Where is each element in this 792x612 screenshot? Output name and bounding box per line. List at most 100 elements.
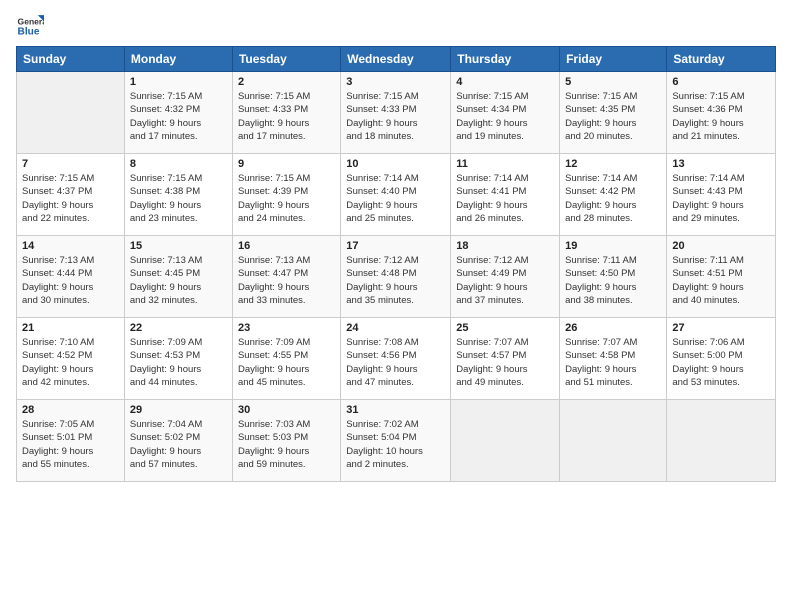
- day-info: Sunrise: 7:15 AMSunset: 4:37 PMDaylight:…: [22, 172, 119, 225]
- day-info: Sunrise: 7:15 AMSunset: 4:33 PMDaylight:…: [238, 90, 335, 143]
- calendar-week-4: 21 Sunrise: 7:10 AMSunset: 4:52 PMDayligh…: [17, 318, 776, 400]
- calendar-cell: 16 Sunrise: 7:13 AMSunset: 4:47 PMDayligh…: [232, 236, 340, 318]
- day-info: Sunrise: 7:13 AMSunset: 4:47 PMDaylight:…: [238, 254, 335, 307]
- day-number: 31: [346, 404, 445, 416]
- logo: General Blue: [16, 12, 44, 40]
- day-info: Sunrise: 7:14 AMSunset: 4:42 PMDaylight:…: [565, 172, 661, 225]
- calendar-cell: [17, 72, 125, 154]
- day-info: Sunrise: 7:15 AMSunset: 4:34 PMDaylight:…: [456, 90, 554, 143]
- calendar-cell: 26Sunrise: 7:07 AMSunset: 4:58 PMDayligh…: [560, 318, 667, 400]
- day-info: Sunrise: 7:12 AMSunset: 4:48 PMDaylight:…: [346, 254, 445, 307]
- day-info: Sunrise: 7:04 AMSunset: 5:02 PMDaylight:…: [130, 418, 227, 471]
- day-number: 15: [130, 240, 227, 252]
- day-info: Sunrise: 7:14 AMSunset: 4:40 PMDaylight:…: [346, 172, 445, 225]
- calendar-cell: 11 Sunrise: 7:14 AMSunset: 4:41 PMDayligh…: [451, 154, 560, 236]
- calendar-week-5: 28 Sunrise: 7:05 AMSunset: 5:01 PMDayligh…: [17, 400, 776, 482]
- weekday-header-monday: Monday: [124, 47, 232, 72]
- calendar-cell: 6 Sunrise: 7:15 AMSunset: 4:36 PMDaylight…: [667, 72, 776, 154]
- day-number: 13: [672, 158, 770, 170]
- day-number: 10: [346, 158, 445, 170]
- day-info: Sunrise: 7:09 AMSunset: 4:55 PMDaylight:…: [238, 336, 335, 389]
- calendar-cell: 19 Sunrise: 7:11 AMSunset: 4:50 PMDayligh…: [560, 236, 667, 318]
- calendar-cell: 4 Sunrise: 7:15 AMSunset: 4:34 PMDaylight…: [451, 72, 560, 154]
- day-number: 14: [22, 240, 119, 252]
- day-number: 3: [346, 76, 445, 88]
- day-number: 2: [238, 76, 335, 88]
- day-info: Sunrise: 7:15 AMSunset: 4:33 PMDaylight:…: [346, 90, 445, 143]
- calendar-cell: 31 Sunrise: 7:02 AMSunset: 5:04 PMDayligh…: [341, 400, 451, 482]
- day-number: 4: [456, 76, 554, 88]
- weekday-header-row: SundayMondayTuesdayWednesdayThursdayFrid…: [17, 47, 776, 72]
- calendar-body: 1 Sunrise: 7:15 AMSunset: 4:32 PMDaylight…: [17, 72, 776, 482]
- day-number: 5: [565, 76, 661, 88]
- calendar-cell: 18Sunrise: 7:12 AMSunset: 4:49 PMDayligh…: [451, 236, 560, 318]
- calendar-cell: 23 Sunrise: 7:09 AMSunset: 4:55 PMDayligh…: [232, 318, 340, 400]
- header: General Blue: [16, 12, 776, 40]
- calendar-cell: 10 Sunrise: 7:14 AMSunset: 4:40 PMDayligh…: [341, 154, 451, 236]
- day-number: 11: [456, 158, 554, 170]
- day-number: 1: [130, 76, 227, 88]
- page-container: General Blue SundayMondayTuesdayWednesda…: [0, 0, 792, 490]
- calendar-cell: 30 Sunrise: 7:03 AMSunset: 5:03 PMDayligh…: [232, 400, 340, 482]
- day-info: Sunrise: 7:11 AMSunset: 4:50 PMDaylight:…: [565, 254, 661, 307]
- calendar-cell: 1 Sunrise: 7:15 AMSunset: 4:32 PMDaylight…: [124, 72, 232, 154]
- day-number: 16: [238, 240, 335, 252]
- day-info: Sunrise: 7:14 AMSunset: 4:41 PMDaylight:…: [456, 172, 554, 225]
- calendar-cell: 28 Sunrise: 7:05 AMSunset: 5:01 PMDayligh…: [17, 400, 125, 482]
- calendar-week-2: 7Sunrise: 7:15 AMSunset: 4:37 PMDaylight…: [17, 154, 776, 236]
- day-info: Sunrise: 7:15 AMSunset: 4:36 PMDaylight:…: [672, 90, 770, 143]
- calendar-cell: 12 Sunrise: 7:14 AMSunset: 4:42 PMDayligh…: [560, 154, 667, 236]
- day-number: 30: [238, 404, 335, 416]
- day-info: Sunrise: 7:15 AMSunset: 4:35 PMDaylight:…: [565, 90, 661, 143]
- day-info: Sunrise: 7:07 AMSunset: 4:57 PMDaylight:…: [456, 336, 554, 389]
- calendar-cell: [667, 400, 776, 482]
- day-info: Sunrise: 7:06 AMSunset: 5:00 PMDaylight:…: [672, 336, 770, 389]
- weekday-header-friday: Friday: [560, 47, 667, 72]
- day-info: Sunrise: 7:10 AMSunset: 4:52 PMDaylight:…: [22, 336, 119, 389]
- calendar-cell: 14Sunrise: 7:13 AMSunset: 4:44 PMDayligh…: [17, 236, 125, 318]
- calendar-cell: 25 Sunrise: 7:07 AMSunset: 4:57 PMDayligh…: [451, 318, 560, 400]
- day-info: Sunrise: 7:14 AMSunset: 4:43 PMDaylight:…: [672, 172, 770, 225]
- calendar-cell: 13 Sunrise: 7:14 AMSunset: 4:43 PMDayligh…: [667, 154, 776, 236]
- svg-text:Blue: Blue: [18, 27, 40, 38]
- day-number: 29: [130, 404, 227, 416]
- day-info: Sunrise: 7:02 AMSunset: 5:04 PMDaylight:…: [346, 418, 445, 471]
- calendar-cell: 3 Sunrise: 7:15 AMSunset: 4:33 PMDaylight…: [341, 72, 451, 154]
- day-info: Sunrise: 7:03 AMSunset: 5:03 PMDaylight:…: [238, 418, 335, 471]
- weekday-header-tuesday: Tuesday: [232, 47, 340, 72]
- day-info: Sunrise: 7:08 AMSunset: 4:56 PMDaylight:…: [346, 336, 445, 389]
- calendar-cell: 22Sunrise: 7:09 AMSunset: 4:53 PMDayligh…: [124, 318, 232, 400]
- day-info: Sunrise: 7:15 AMSunset: 4:39 PMDaylight:…: [238, 172, 335, 225]
- calendar-cell: 5 Sunrise: 7:15 AMSunset: 4:35 PMDaylight…: [560, 72, 667, 154]
- calendar-cell: 2 Sunrise: 7:15 AMSunset: 4:33 PMDaylight…: [232, 72, 340, 154]
- calendar-cell: 29 Sunrise: 7:04 AMSunset: 5:02 PMDayligh…: [124, 400, 232, 482]
- day-info: Sunrise: 7:13 AMSunset: 4:45 PMDaylight:…: [130, 254, 227, 307]
- day-info: Sunrise: 7:15 AMSunset: 4:38 PMDaylight:…: [130, 172, 227, 225]
- calendar-cell: 8 Sunrise: 7:15 AMSunset: 4:38 PMDaylight…: [124, 154, 232, 236]
- calendar-cell: 17Sunrise: 7:12 AMSunset: 4:48 PMDayligh…: [341, 236, 451, 318]
- calendar-cell: 21 Sunrise: 7:10 AMSunset: 4:52 PMDayligh…: [17, 318, 125, 400]
- day-number: 8: [130, 158, 227, 170]
- day-number: 26: [565, 322, 661, 334]
- day-number: 20: [672, 240, 770, 252]
- calendar-cell: [451, 400, 560, 482]
- day-number: 12: [565, 158, 661, 170]
- calendar-cell: 27Sunrise: 7:06 AMSunset: 5:00 PMDayligh…: [667, 318, 776, 400]
- day-number: 6: [672, 76, 770, 88]
- day-number: 28: [22, 404, 119, 416]
- day-number: 25: [456, 322, 554, 334]
- calendar-cell: 24Sunrise: 7:08 AMSunset: 4:56 PMDayligh…: [341, 318, 451, 400]
- day-info: Sunrise: 7:05 AMSunset: 5:01 PMDaylight:…: [22, 418, 119, 471]
- day-number: 23: [238, 322, 335, 334]
- day-info: Sunrise: 7:15 AMSunset: 4:32 PMDaylight:…: [130, 90, 227, 143]
- day-info: Sunrise: 7:11 AMSunset: 4:51 PMDaylight:…: [672, 254, 770, 307]
- weekday-header-wednesday: Wednesday: [341, 47, 451, 72]
- weekday-header-sunday: Sunday: [17, 47, 125, 72]
- day-number: 19: [565, 240, 661, 252]
- calendar-cell: [560, 400, 667, 482]
- calendar-week-1: 1 Sunrise: 7:15 AMSunset: 4:32 PMDaylight…: [17, 72, 776, 154]
- calendar-table: SundayMondayTuesdayWednesdayThursdayFrid…: [16, 46, 776, 482]
- day-number: 21: [22, 322, 119, 334]
- calendar-cell: 15 Sunrise: 7:13 AMSunset: 4:45 PMDayligh…: [124, 236, 232, 318]
- calendar-week-3: 14Sunrise: 7:13 AMSunset: 4:44 PMDayligh…: [17, 236, 776, 318]
